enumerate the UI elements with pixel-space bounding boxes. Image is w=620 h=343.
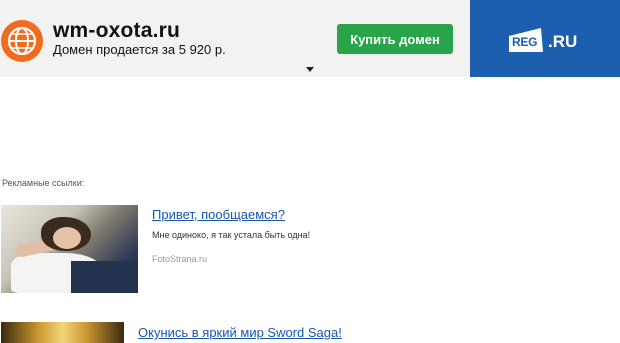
ad-image-jeans — [71, 261, 138, 293]
ad-item: Привет, пообщаемся? Мне одиноко, я так у… — [0, 205, 620, 295]
domain-price-text: Домен продается за 5 920 р. — [53, 42, 226, 57]
domain-name: wm-oxota.ru — [53, 19, 181, 42]
ad-source: FotoStrana.ru — [152, 254, 208, 264]
buy-domain-button[interactable]: Купить домен — [337, 24, 453, 54]
ads-label: Рекламные ссылки: — [2, 178, 85, 188]
domain-sale-banner: wm-oxota.ru Домен продается за 5 920 р. … — [0, 0, 620, 77]
ad-description: Мне одиноко, я так устала быть одна! — [152, 230, 311, 240]
ad-title-link[interactable]: Привет, пообщаемся? — [152, 207, 285, 222]
house-logo-icon: REG — [507, 26, 545, 54]
caret-down-icon[interactable] — [306, 67, 314, 72]
ad-image-face — [53, 227, 81, 249]
reg-ru-logo[interactable]: REG .RU — [507, 26, 587, 54]
logo-house-text: REG — [512, 35, 538, 49]
ad-image[interactable] — [1, 205, 138, 293]
globe-icon — [1, 20, 43, 62]
logo-suffix-text: .RU — [548, 32, 578, 51]
reg-ru-logo-panel[interactable]: REG .RU — [470, 0, 620, 77]
ad-image[interactable] — [1, 322, 124, 343]
ad-item: Окунись в яркий мир Sword Saga! — [0, 322, 620, 343]
ad-title-link[interactable]: Окунись в яркий мир Sword Saga! — [138, 325, 342, 340]
